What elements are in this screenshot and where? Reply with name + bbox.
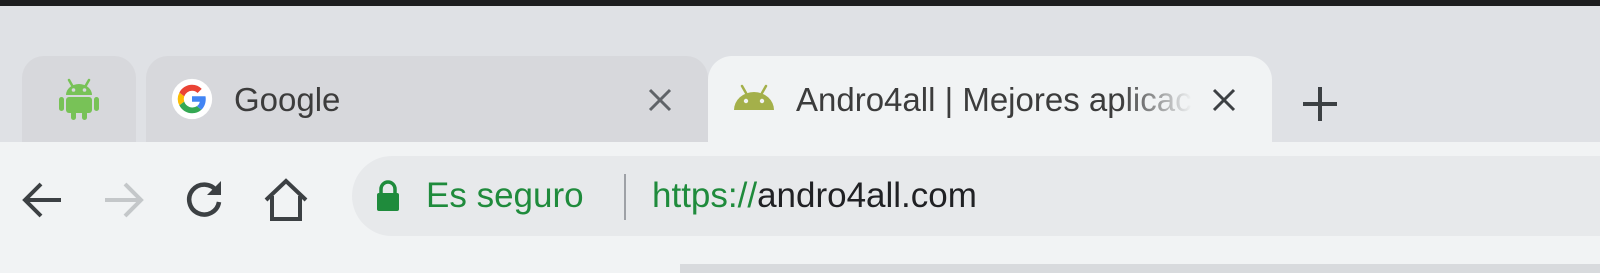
forward-button[interactable]: [96, 172, 152, 228]
android-icon: [55, 75, 103, 123]
home-icon: [264, 178, 308, 221]
lock-icon[interactable]: [372, 178, 404, 214]
plus-icon: [1303, 87, 1337, 121]
back-button[interactable]: [14, 172, 70, 228]
home-button[interactable]: [258, 172, 314, 228]
tab-title: Google: [234, 81, 341, 118]
omnibox-divider: [624, 174, 626, 220]
android-icon: [730, 75, 778, 123]
url-scheme: https://: [652, 176, 758, 215]
close-icon[interactable]: [1204, 80, 1244, 120]
url-text[interactable]: https://andro4all.com: [652, 174, 977, 218]
arrow-left-icon: [22, 182, 61, 218]
url-host: andro4all.com: [757, 176, 977, 215]
new-tab-button[interactable]: [1292, 76, 1348, 132]
google-icon: [168, 75, 216, 123]
reload-icon: [186, 181, 222, 217]
close-icon[interactable]: [640, 80, 680, 120]
tab-google[interactable]: Google: [146, 56, 708, 142]
tab-title: Andro4all | Mejores aplicaciones: [796, 81, 1192, 118]
security-status-label[interactable]: Es seguro: [426, 174, 584, 218]
reload-button[interactable]: [176, 172, 232, 228]
tab-andro4all[interactable]: Andro4all | Mejores aplicaciones: [708, 56, 1272, 142]
arrow-right-icon: [105, 182, 144, 218]
toolbar-shadow: [680, 264, 1600, 273]
tab-pinned-android[interactable]: [22, 56, 136, 142]
